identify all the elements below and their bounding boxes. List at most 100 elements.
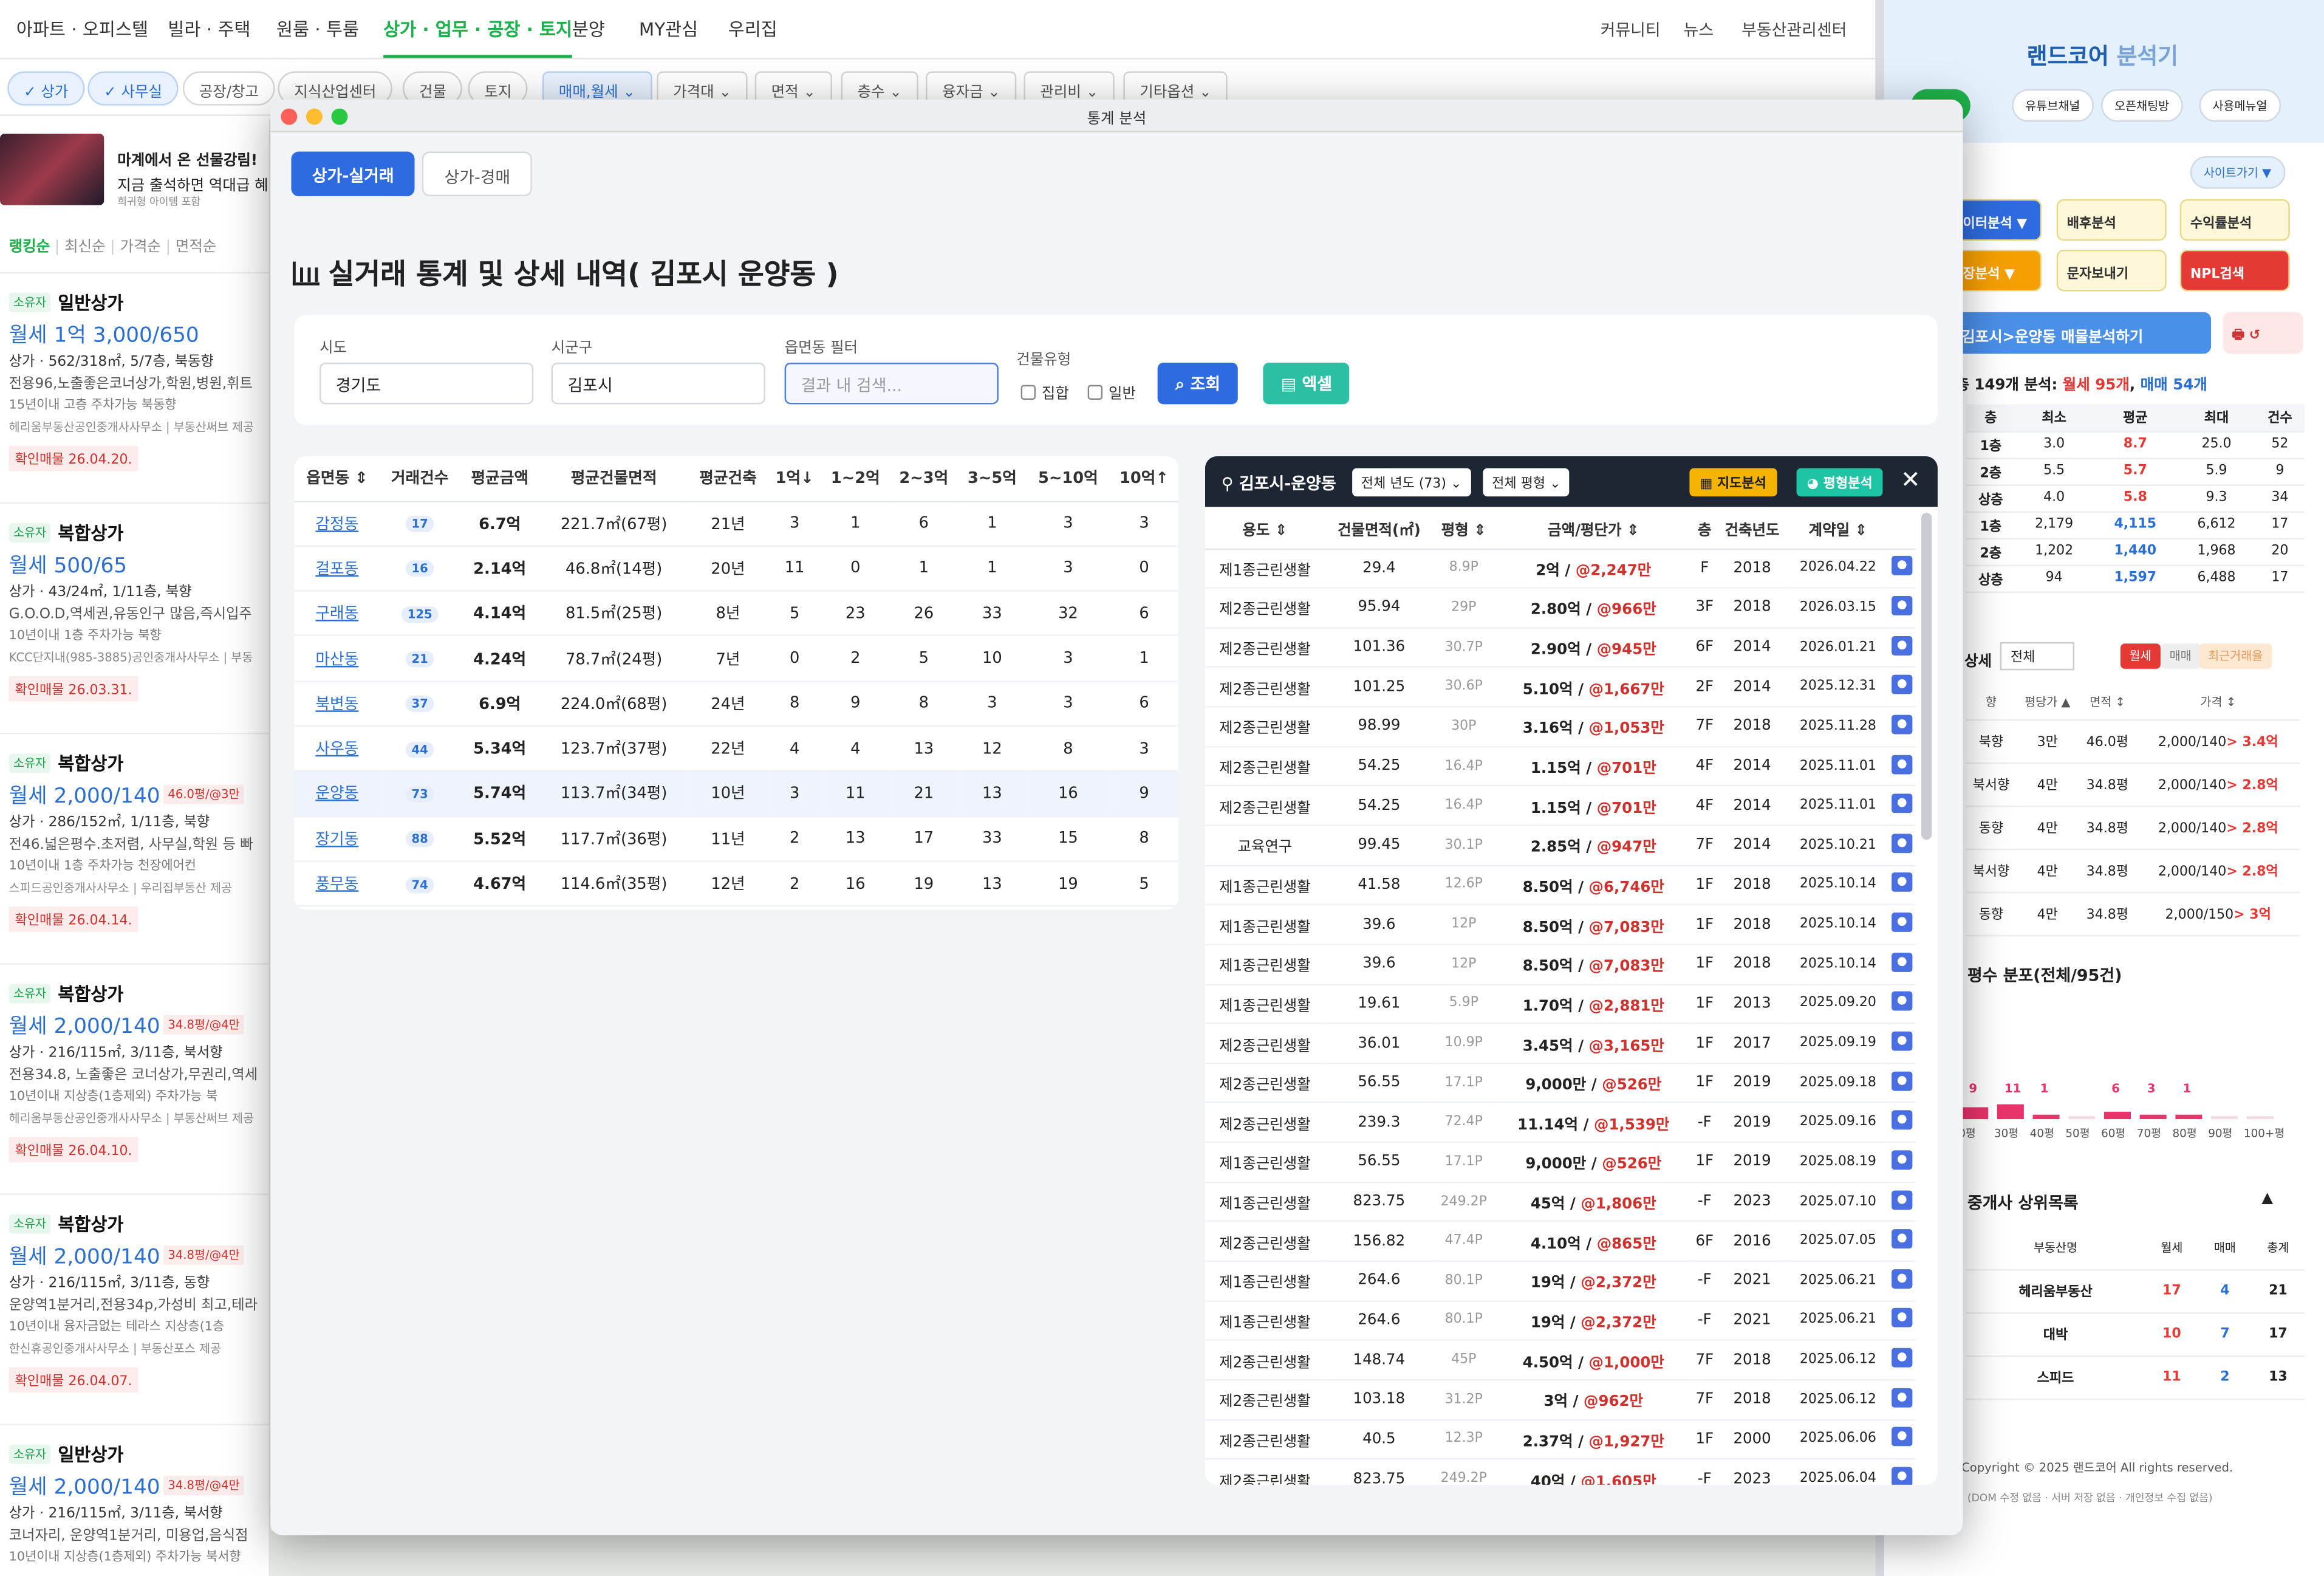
right-action-4[interactable]: 문자보내기 <box>2056 249 2167 292</box>
listing-card[interactable]: 소유자 일반상가 월세 1억 3,000/650 상가 · 562/318㎡, 5/7… <box>0 272 269 502</box>
stats-cell[interactable]: 운양동 <box>294 771 380 817</box>
detail-row[interactable]: 교육연구 99.45 30.1P 2.85억 / @947만 7F 2014 2025.10… <box>1205 825 1916 866</box>
right-action-3[interactable]: 장분석 ▼ <box>1952 249 2042 292</box>
sort-area[interactable]: 면적순 <box>176 239 217 256</box>
detail-row[interactable]: 제1종근린생활 39.6 12P 8.50억 / @7,083만 1F 2018 2025.… <box>1205 905 1916 945</box>
stats-row[interactable]: 걸포동 16 2.14억 46.8㎡(14평) 20년 11 0 1 1 3 0 <box>294 546 1178 592</box>
excel-button[interactable]: ▤ 엑셀 <box>1263 362 1350 405</box>
stats-cell[interactable]: 걸포동 <box>294 546 380 592</box>
detail-header-cell[interactable]: 금액/평단가 ⇕ <box>1494 510 1693 549</box>
nav-item-1[interactable]: 빌라 · 주택 <box>168 16 250 42</box>
map-pin-icon[interactable] <box>1891 873 1912 892</box>
right-tab-1[interactable]: 매매 <box>2160 643 2201 669</box>
detail-row[interactable]: 제2종근린생활 95.94 29P 2.80억 / @966만 3F 2018 2026.0… <box>1205 588 1916 629</box>
stats-cell[interactable]: 사우동 <box>294 725 380 772</box>
map-pin-icon[interactable] <box>1891 952 1912 972</box>
listing-card[interactable]: 소유자 복합상가 월세 2,000/140 34.8평/@4만 상가 · 216/115… <box>0 963 269 1193</box>
detail-row[interactable]: 제2종근린생활 98.99 30P 3.16억 / @1,053만 7F 2018 2025… <box>1205 707 1916 747</box>
sort-ranking[interactable]: 랭킹순 <box>9 239 50 256</box>
sort-price[interactable]: 가격순 <box>120 239 161 256</box>
sigungu-select[interactable]: 김포시 <box>551 362 765 405</box>
map-pin-icon[interactable] <box>1891 793 1912 814</box>
tab-real-trade[interactable]: 상가-실거래 <box>291 151 415 196</box>
tab-auction[interactable]: 상가-경매 <box>422 151 533 196</box>
stats-cell[interactable]: 장기동 <box>294 816 380 862</box>
detail-header-cell[interactable]: 평형 ⇕ <box>1433 510 1494 549</box>
filter-chip-0[interactable]: ✓ 상가 <box>7 71 85 106</box>
detail-header-cell[interactable]: 층 <box>1692 510 1717 549</box>
stats-row[interactable]: 운양동 73 5.74억 113.7㎡(34평) 10년 3 11 21 13 16 9 <box>294 771 1178 817</box>
nav-item-4[interactable]: 분양 <box>572 16 605 42</box>
map-pin-icon[interactable] <box>1891 1467 1912 1485</box>
right-tab-0[interactable]: 월세 <box>2120 643 2161 669</box>
stats-row[interactable]: 감정동 17 6.7억 221.7㎡(67평) 21년 3 1 6 1 3 3 <box>294 501 1178 547</box>
stats-row[interactable]: 북변동 37 6.9억 224.0㎡(68평) 24년 8 9 8 3 3 6 <box>294 680 1178 727</box>
detail-row[interactable]: 제1종근린생활 264.6 80.1P 19억 / @2,372만 -F 2021 2025… <box>1205 1300 1916 1341</box>
ad-banner[interactable]: 마계에서 온 선물강림! 지금 출석하면 역대급 혜택 희귀형 아이템 포함 <box>0 128 269 210</box>
detail-row[interactable]: 제1종근린생활 264.6 80.1P 19억 / @2,372만 -F 2021 2025… <box>1205 1261 1916 1302</box>
map-analysis-button[interactable]: ▦ 지도분석 <box>1689 468 1777 497</box>
print-icon[interactable]: 🖶 ↺ <box>2223 312 2303 354</box>
listing-card[interactable]: 소유자 복합상가 월세 2,000/140 34.8평/@4만 상가 · 216/115… <box>0 1193 269 1424</box>
stats-row[interactable]: 장기동 88 5.52억 117.7㎡(36평) 11년 2 13 17 33 15 8 <box>294 816 1178 862</box>
stats-header[interactable]: 읍면동 ⇕ <box>294 456 380 502</box>
stats-cell[interactable]: 풍무동 <box>294 861 380 907</box>
right-tab-2[interactable]: 최근거래율 <box>2199 643 2272 669</box>
detail-row[interactable]: 제1종근린생활 19.61 5.9P 1.70억 / @2,881만 1F 2013 202… <box>1205 984 1916 1024</box>
detail-header-cell[interactable]: 용도 ⇕ <box>1205 510 1325 549</box>
filter-chip-2[interactable]: 공장/창고 <box>182 71 275 106</box>
nav-item-6[interactable]: 우리집 <box>728 16 778 42</box>
nav-right-2[interactable]: 부동산관리센터 <box>1741 18 1847 41</box>
year-select[interactable]: 전체 년도 (73) ⌄ <box>1352 468 1471 497</box>
detail-row[interactable]: 제2종근린생활 54.25 16.4P 1.15억 / @701만 4F 2014 2025… <box>1205 746 1916 787</box>
map-pin-icon[interactable] <box>1891 913 1912 933</box>
map-pin-icon[interactable] <box>1891 1111 1912 1130</box>
emd-search-input[interactable]: 결과 내 검색... <box>784 362 999 405</box>
detail-row[interactable]: 제2종근린생활 40.5 12.3P 2.37억 / @1,927만 1F 2000 202… <box>1205 1419 1916 1460</box>
sido-select[interactable]: 경기도 <box>319 362 534 405</box>
nav-right-0[interactable]: 커뮤니티 <box>1601 18 1661 41</box>
size-analysis-button[interactable]: ◕ 평형분석 <box>1796 468 1883 497</box>
detail-row[interactable]: 제2종근린생활 56.55 17.1P 9,000만 / @526만 1F 2019 202… <box>1205 1063 1916 1104</box>
map-pin-icon[interactable] <box>1891 714 1912 735</box>
stats-row[interactable]: 사우동 44 5.34억 123.7㎡(37평) 22년 4 4 13 12 8 3 <box>294 725 1178 772</box>
nav-item-3[interactable]: 상가 · 업무 · 공장 · 토지 <box>383 16 573 58</box>
map-pin-icon[interactable] <box>1891 556 1912 576</box>
listing-card[interactable]: 소유자 일반상가 월세 2,000/140 34.8평/@4만 상가 · 216/115… <box>0 1424 269 1576</box>
detail-row[interactable]: 제1종근린생활 41.58 12.6P 8.50억 / @6,746만 1F 2018 20… <box>1205 865 1916 906</box>
search-button[interactable]: ⌕ 조회 <box>1157 362 1239 405</box>
right-pill-1[interactable]: 유튜브채널 <box>2012 89 2094 122</box>
detail-row[interactable]: 제2종근린생활 103.18 31.2P 3억 / @962만 7F 2018 2025.0… <box>1205 1380 1916 1420</box>
stats-row[interactable]: 구래동 125 4.14억 81.5㎡(25평) 8년 5 23 26 33 32 6 <box>294 591 1178 637</box>
detail-row[interactable]: 제2종근린생활 36.01 10.9P 3.45억 / @3,165만 1F 2017 20… <box>1205 1023 1916 1064</box>
map-pin-icon[interactable] <box>1891 1190 1912 1210</box>
detail-row[interactable]: 제1종근린생활 56.55 17.1P 9,000만 / @526만 1F 2019 202… <box>1205 1142 1916 1183</box>
detail-header-cell[interactable]: 건축년도 <box>1716 510 1788 549</box>
nav-right-1[interactable]: 뉴스 <box>1684 18 1714 41</box>
map-pin-icon[interactable] <box>1891 1229 1912 1249</box>
map-pin-icon[interactable] <box>1891 675 1912 694</box>
listing-card[interactable]: 소유자 복합상가 월세 2,000/140 46.0평/@3만 상가 · 286/152… <box>0 733 269 963</box>
right-pill-2[interactable]: 오픈채팅방 <box>2101 89 2183 122</box>
map-pin-icon[interactable] <box>1891 1150 1912 1170</box>
detail-row[interactable]: 제2종근린생활 156.82 47.4P 4.10억 / @865만 6F 2016 202… <box>1205 1221 1916 1262</box>
analyze-button[interactable]: 김포시>운양동 매물분석하기 <box>1952 312 2212 354</box>
map-pin-icon[interactable] <box>1891 1348 1912 1368</box>
detail-row[interactable]: 제2종근린생활 101.25 30.6P 5.10억 / @1,667만 2F 2014 2… <box>1205 667 1916 708</box>
nav-item-2[interactable]: 원룸 · 투룸 <box>276 16 359 42</box>
stats-cell[interactable]: 북변동 <box>294 680 380 727</box>
map-pin-icon[interactable] <box>1891 1071 1912 1091</box>
listing-card[interactable]: 소유자 복합상가 월세 500/65 상가 · 43/24㎡, 1/11층, 북향 G.… <box>0 502 269 733</box>
detail-row[interactable]: 제2종근린생활 101.36 30.7P 2.90억 / @945만 6F 2014 202… <box>1205 628 1916 668</box>
map-pin-icon[interactable] <box>1891 992 1912 1012</box>
detail-header-cell[interactable]: 건물면적(㎡) <box>1324 510 1434 549</box>
nav-item-0[interactable]: 아파트 · 오피스텔 <box>16 16 148 42</box>
collapse-icon[interactable]: ▲ <box>2261 1190 2273 1207</box>
detail-row[interactable]: 제2종근린생활 148.74 45P 4.50억 / @1,000만 7F 2018 202… <box>1205 1340 1916 1381</box>
detail-row[interactable]: 제1종근린생활 29.4 8.9P 2억 / @2,247만 F 2018 2026.04.… <box>1205 548 1916 589</box>
stats-row[interactable]: 풍무동 74 4.67억 114.6㎡(35평) 12년 2 16 19 13 19 5 <box>294 861 1178 907</box>
detail-row[interactable]: 제2종근린생활 239.3 72.4P 11.14억 / @1,539만 -F 2019 2… <box>1205 1103 1916 1143</box>
map-pin-icon[interactable] <box>1891 1031 1912 1051</box>
map-pin-icon[interactable] <box>1891 636 1912 655</box>
detail-row[interactable]: 제2종근린생활 54.25 16.4P 1.15억 / @701만 4F 2014 2025… <box>1205 786 1916 827</box>
